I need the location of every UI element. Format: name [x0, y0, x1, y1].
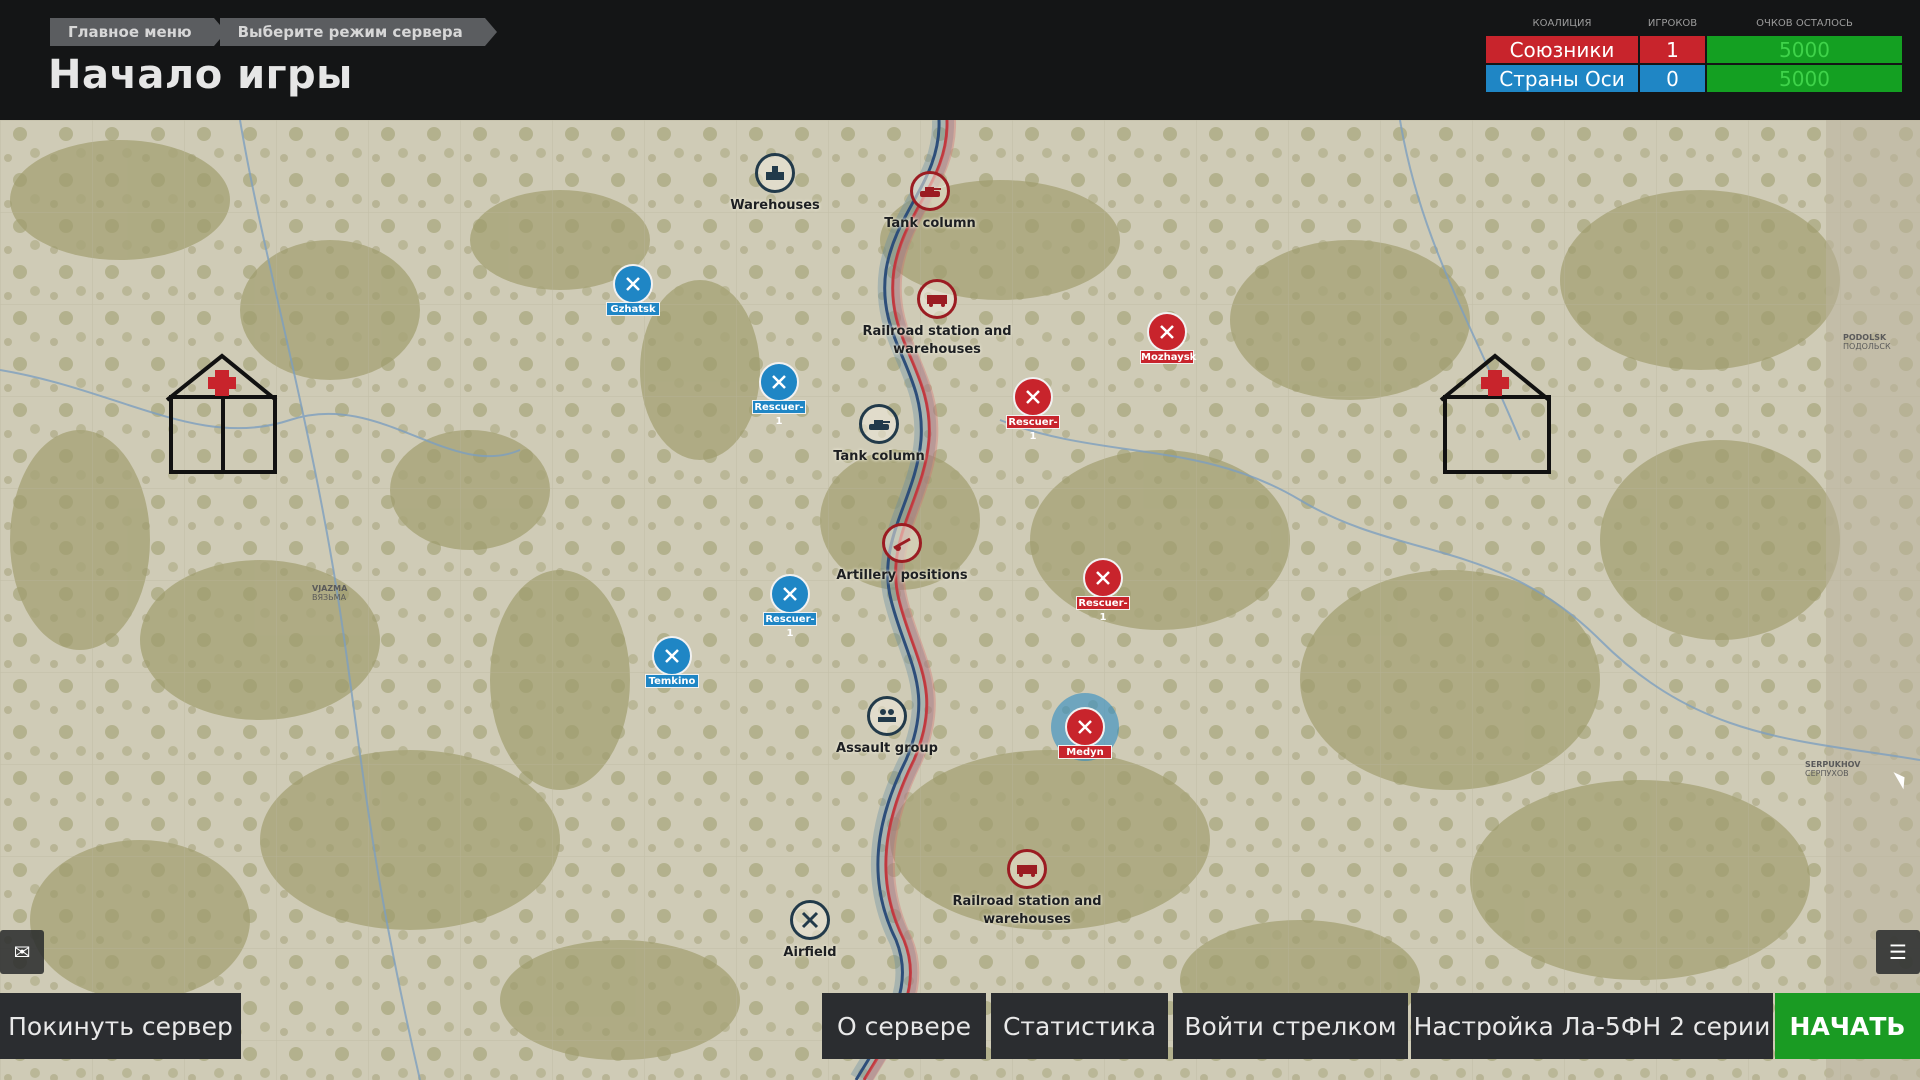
- header-players: ИГРОКОВ: [1647, 18, 1698, 29]
- airfield-icon: [1013, 377, 1053, 417]
- place-name: ВЯЗЬМА: [312, 593, 347, 602]
- map-terrain: VJAZMA ВЯЗЬМА PODOLSK ПОДОЛЬСК SERPUKHOV…: [0, 120, 1920, 1080]
- join-as-gunner-button[interactable]: Войти стрелком: [1173, 993, 1408, 1059]
- chat-icon[interactable]: ✉: [0, 930, 44, 974]
- header-coalition: КОАЛИЦИЯ: [1532, 18, 1592, 29]
- scoreboard-row-axis: Страны Оси 0 5000: [1486, 65, 1902, 92]
- train-icon: [917, 279, 957, 319]
- marker-tag: Rescuer-1: [1006, 415, 1060, 442]
- tank-icon: [910, 171, 950, 211]
- tactical-map[interactable]: VJAZMA ВЯЗЬМА PODOLSK ПОДОЛЬСК SERPUKHOV…: [0, 120, 1920, 1080]
- airfield-icon: [613, 264, 653, 304]
- marker-label: Tank column: [884, 216, 976, 231]
- marker-tag: Mozhaysk: [1140, 350, 1197, 364]
- airfield-icon: [770, 574, 810, 614]
- aircraft-setup-button[interactable]: Настройка Ла-5ФН 2 серии: [1411, 993, 1773, 1059]
- points-left: 5000: [1707, 65, 1902, 92]
- place-name: SERPUKHOV: [1805, 760, 1861, 769]
- artillery-icon: [882, 523, 922, 563]
- scoreboard-row-allies: Союзники 1 5000: [1486, 36, 1902, 63]
- place-name: ПОДОЛЬСК: [1843, 342, 1891, 351]
- statistics-button[interactable]: Статистика: [991, 993, 1168, 1059]
- players-count: 1: [1640, 36, 1705, 63]
- marker-tag: Rescuer-1: [752, 400, 806, 427]
- airfield-icon: [759, 362, 799, 402]
- marker-label: Railroad station and warehouses: [952, 894, 1102, 927]
- players-count: 0: [1640, 65, 1705, 92]
- train-icon: [1007, 849, 1047, 889]
- marker-label: Airfield: [783, 945, 837, 960]
- place-name: VJAZMA: [312, 584, 348, 593]
- place-name: СЕРПУХОВ: [1805, 769, 1849, 778]
- airfield-icon: [790, 900, 830, 940]
- breadcrumb: Главное меню Выберите режим сервера: [50, 18, 497, 46]
- marker-label: Railroad station and warehouses: [862, 324, 1012, 357]
- place-name: PODOLSK: [1843, 333, 1887, 342]
- top-bar: Главное меню Выберите режим сервера Нача…: [0, 0, 1920, 120]
- leave-server-button[interactable]: Покинуть сервер: [0, 993, 241, 1059]
- breadcrumb-main-menu[interactable]: Главное меню: [50, 18, 226, 46]
- marker-label: Tank column: [833, 449, 925, 464]
- coalition-name: Союзники: [1486, 36, 1638, 63]
- airfield-icon: [1083, 558, 1123, 598]
- about-server-button[interactable]: О сервере: [822, 993, 986, 1059]
- airfield-icon: [652, 636, 692, 676]
- airfield-icon: [1065, 707, 1105, 747]
- marker-tag: Temkino: [645, 674, 699, 688]
- scoreboard-header: КОАЛИЦИЯ ИГРОКОВ ОЧКОВ ОСТАЛОСЬ: [1486, 18, 1902, 34]
- menu-list-icon[interactable]: ☰: [1876, 930, 1920, 974]
- coalition-scoreboard: КОАЛИЦИЯ ИГРОКОВ ОЧКОВ ОСТАЛОСЬ Союзники…: [1486, 18, 1902, 92]
- marker-tag: Rescuer-1: [1076, 596, 1130, 623]
- tank-icon: [859, 404, 899, 444]
- marker-tag: Gzhatsk: [606, 302, 660, 316]
- warehouse-icon: [755, 153, 795, 193]
- marker-tag: Rescuer-1: [763, 612, 817, 639]
- coalition-name: Страны Оси: [1486, 65, 1638, 92]
- airfield-icon: [1147, 312, 1187, 352]
- header-points: ОЧКОВ ОСТАЛОСЬ: [1756, 18, 1853, 29]
- page-title: Начало игры: [48, 52, 353, 98]
- breadcrumb-server-mode[interactable]: Выберите режим сервера: [219, 18, 497, 46]
- marker-tag: Medyn: [1058, 745, 1112, 759]
- points-left: 5000: [1707, 36, 1902, 63]
- assault-icon: [867, 696, 907, 736]
- marker-label: Artillery positions: [836, 568, 968, 583]
- marker-label: Warehouses: [730, 198, 820, 213]
- start-button[interactable]: НАЧАТЬ: [1775, 993, 1920, 1059]
- marker-label: Assault group: [836, 741, 938, 756]
